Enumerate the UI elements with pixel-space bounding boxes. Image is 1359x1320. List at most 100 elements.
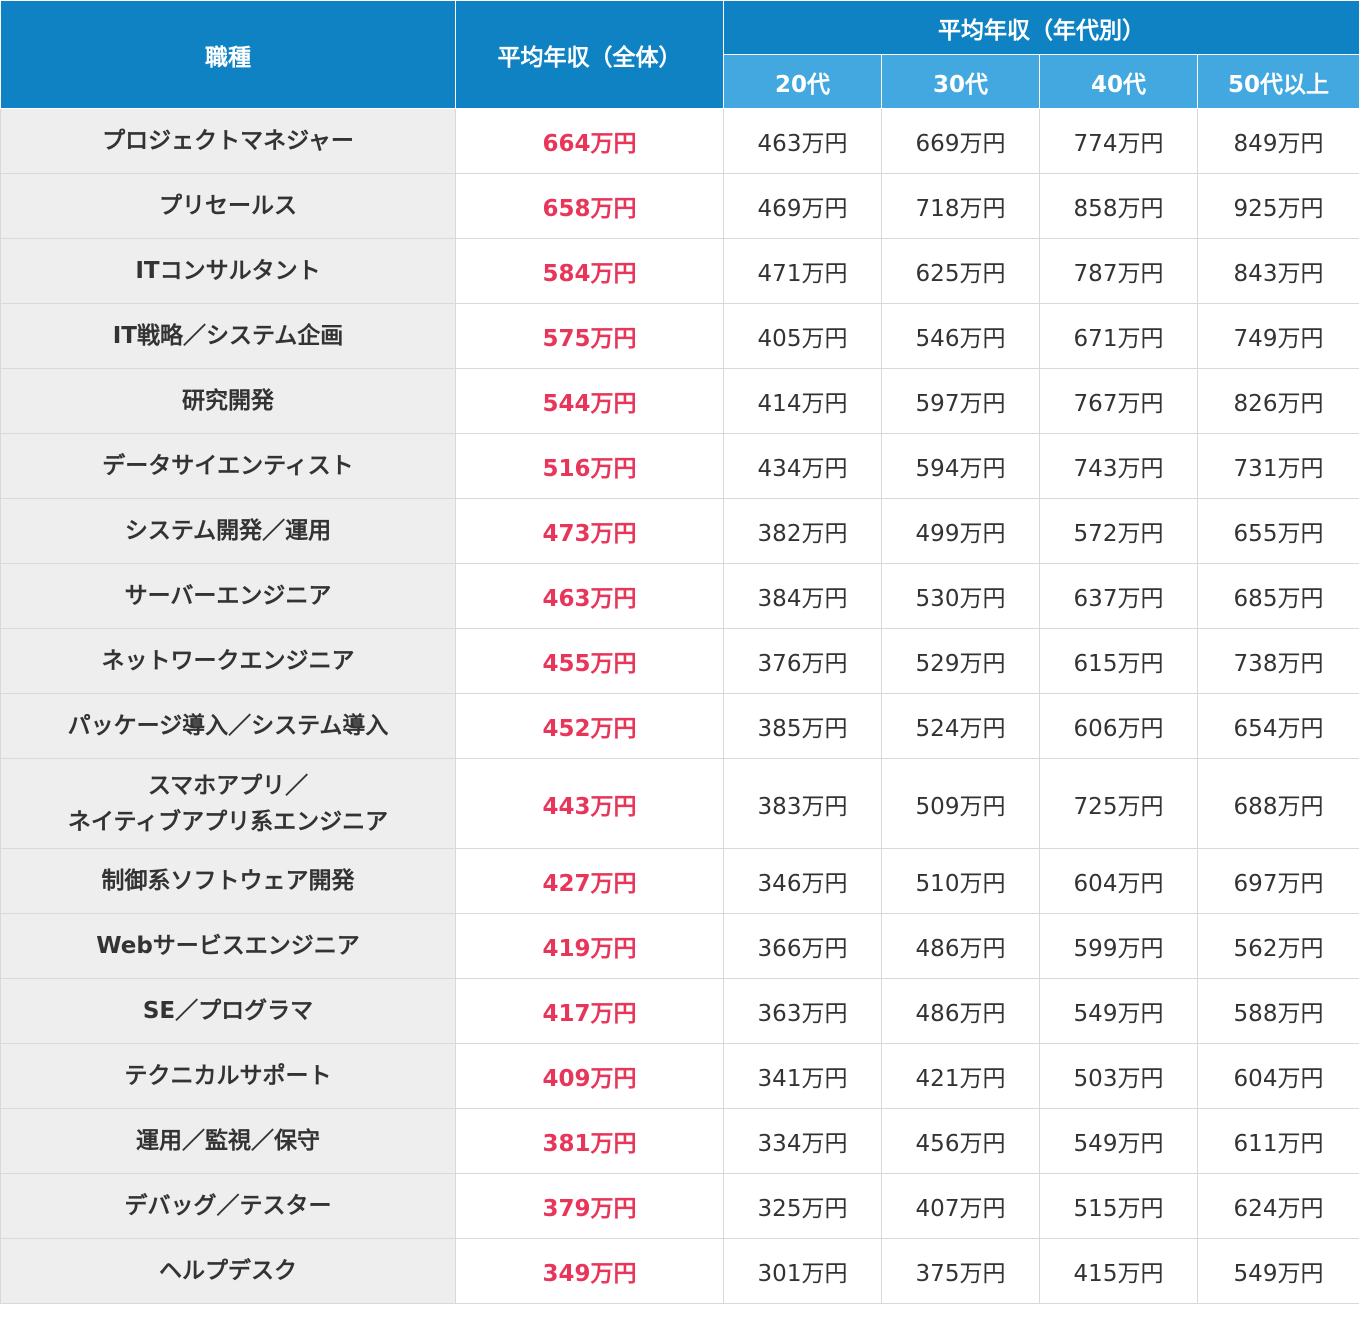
salary-age-50-cell: 688万円 xyxy=(1197,758,1359,849)
salary-age-50-cell: 749万円 xyxy=(1197,303,1359,369)
salary-age-50-cell: 697万円 xyxy=(1197,848,1359,914)
job-title-text: プロジェクトマネジャー xyxy=(102,128,354,154)
job-title-text: ネットワークエンジニア xyxy=(101,648,355,674)
job-title-cell: 研究開発 xyxy=(0,368,456,434)
salary-age-40-cell: 572万円 xyxy=(1039,498,1198,564)
table-row: SE／プログラマ 417万円 363万円 486万円 549万円 588万円 xyxy=(0,978,1359,1044)
salary-age-50-cell: 843万円 xyxy=(1197,238,1359,304)
job-title-text: ネイティブアプリ系エンジニア xyxy=(67,808,389,835)
header-age-40: 40代 xyxy=(1039,54,1198,109)
salary-age-30-cell: 625万円 xyxy=(881,238,1040,304)
salary-table: 職種 平均年収（全体） 平均年収（年代別） 20代 30代 40代 50代以上 … xyxy=(0,0,1359,1304)
job-title-text: プリセールス xyxy=(159,193,297,219)
salary-age-20-cell: 346万円 xyxy=(723,848,882,914)
salary-age-50-cell: 925万円 xyxy=(1197,173,1359,239)
job-title-cell: ヘルプデスク xyxy=(0,1238,456,1304)
salary-age-20-cell: 463万円 xyxy=(723,108,882,174)
job-title-cell: プリセールス xyxy=(0,173,456,239)
average-salary-cell: 349万円 xyxy=(455,1238,724,1304)
job-title-cell: ネットワークエンジニア xyxy=(0,628,456,694)
header-age-20: 20代 xyxy=(723,54,882,109)
salary-age-30-cell: 669万円 xyxy=(881,108,1040,174)
average-salary-cell: 419万円 xyxy=(455,913,724,979)
job-title-cell: IT戦略／システム企画 xyxy=(0,303,456,369)
header-row-top: 職種 平均年収（全体） 平均年収（年代別） xyxy=(0,0,1359,109)
salary-age-20-cell: 414万円 xyxy=(723,368,882,434)
salary-age-40-cell: 787万円 xyxy=(1039,238,1198,304)
table-row: ヘルプデスク 349万円 301万円 375万円 415万円 549万円 xyxy=(0,1238,1359,1304)
table-row: プロジェクトマネジャー 664万円 463万円 669万円 774万円 849万円 xyxy=(0,108,1359,174)
average-salary-cell: 463万円 xyxy=(455,563,724,629)
salary-age-40-cell: 725万円 xyxy=(1039,758,1198,849)
salary-age-40-cell: 743万円 xyxy=(1039,433,1198,499)
table-row: ITコンサルタント 584万円 471万円 625万円 787万円 843万円 xyxy=(0,238,1359,304)
average-salary-cell: 575万円 xyxy=(455,303,724,369)
salary-age-50-cell: 624万円 xyxy=(1197,1173,1359,1239)
job-title-text: スマホアプリ／ xyxy=(147,772,309,799)
job-title-text: サーバーエンジニア xyxy=(124,583,332,609)
salary-age-50-cell: 738万円 xyxy=(1197,628,1359,694)
salary-age-40-cell: 615万円 xyxy=(1039,628,1198,694)
job-title-cell: SE／プログラマ xyxy=(0,978,456,1044)
table-row: 運用／監視／保守 381万円 334万円 456万円 549万円 611万円 xyxy=(0,1108,1359,1174)
table-row: デバッグ／テスター 379万円 325万円 407万円 515万円 624万円 xyxy=(0,1173,1359,1239)
job-title-text: 研究開発 xyxy=(182,388,274,414)
salary-age-50-cell: 849万円 xyxy=(1197,108,1359,174)
salary-age-20-cell: 383万円 xyxy=(723,758,882,849)
salary-age-50-cell: 731万円 xyxy=(1197,433,1359,499)
job-title-cell: 制御系ソフトウェア開発 xyxy=(0,848,456,914)
salary-age-50-cell: 654万円 xyxy=(1197,693,1359,759)
job-title-cell: パッケージ導入／システム導入 xyxy=(0,693,456,759)
average-salary-cell: 455万円 xyxy=(455,628,724,694)
job-title-text: Webサービスエンジニア xyxy=(96,933,360,959)
job-title-text: パッケージ導入／システム導入 xyxy=(67,713,389,739)
salary-age-30-cell: 421万円 xyxy=(881,1043,1040,1109)
table-row: ネットワークエンジニア 455万円 376万円 529万円 615万円 738万円 xyxy=(0,628,1359,694)
salary-age-50-cell: 549万円 xyxy=(1197,1238,1359,1304)
salary-age-30-cell: 375万円 xyxy=(881,1238,1040,1304)
job-title-text: IT戦略／システム企画 xyxy=(112,323,344,349)
salary-age-50-cell: 588万円 xyxy=(1197,978,1359,1044)
salary-age-40-cell: 767万円 xyxy=(1039,368,1198,434)
salary-age-40-cell: 858万円 xyxy=(1039,173,1198,239)
salary-age-20-cell: 405万円 xyxy=(723,303,882,369)
table-row: システム開発／運用 473万円 382万円 499万円 572万円 655万円 xyxy=(0,498,1359,564)
average-salary-cell: 427万円 xyxy=(455,848,724,914)
job-title-text: ヘルプデスク xyxy=(159,1258,297,1284)
salary-age-50-cell: 562万円 xyxy=(1197,913,1359,979)
average-salary-cell: 544万円 xyxy=(455,368,724,434)
salary-age-30-cell: 486万円 xyxy=(881,913,1040,979)
job-title-text: ITコンサルタント xyxy=(135,258,321,284)
salary-age-30-cell: 407万円 xyxy=(881,1173,1040,1239)
salary-age-50-cell: 655万円 xyxy=(1197,498,1359,564)
salary-age-40-cell: 549万円 xyxy=(1039,978,1198,1044)
job-title-cell: スマホアプリ／ ネイティブアプリ系エンジニア xyxy=(0,758,456,849)
header-average: 平均年収（全体） xyxy=(455,0,724,109)
table-body: プロジェクトマネジャー 664万円 463万円 669万円 774万円 849万円 プリセー… xyxy=(0,108,1359,1304)
table-row: 制御系ソフトウェア開発 427万円 346万円 510万円 604万円 697万円 xyxy=(0,848,1359,914)
job-title-cell: サーバーエンジニア xyxy=(0,563,456,629)
table-row: Webサービスエンジニア 419万円 366万円 486万円 599万円 562万円 xyxy=(0,913,1359,979)
job-title-cell: システム開発／運用 xyxy=(0,498,456,564)
header-job: 職種 xyxy=(0,0,456,109)
salary-age-40-cell: 637万円 xyxy=(1039,563,1198,629)
average-salary-cell: 584万円 xyxy=(455,238,724,304)
job-title-cell: データサイエンティスト xyxy=(0,433,456,499)
job-title-cell: ITコンサルタント xyxy=(0,238,456,304)
salary-age-20-cell: 385万円 xyxy=(723,693,882,759)
header-age-50: 50代以上 xyxy=(1197,54,1359,109)
job-title-text: 制御系ソフトウェア開発 xyxy=(101,868,355,894)
job-title-text: SE／プログラマ xyxy=(142,998,314,1024)
salary-age-40-cell: 606万円 xyxy=(1039,693,1198,759)
salary-age-30-cell: 510万円 xyxy=(881,848,1040,914)
salary-age-40-cell: 671万円 xyxy=(1039,303,1198,369)
salary-age-30-cell: 718万円 xyxy=(881,173,1040,239)
salary-age-20-cell: 384万円 xyxy=(723,563,882,629)
salary-age-30-cell: 530万円 xyxy=(881,563,1040,629)
average-salary-cell: 664万円 xyxy=(455,108,724,174)
salary-age-30-cell: 509万円 xyxy=(881,758,1040,849)
salary-age-50-cell: 826万円 xyxy=(1197,368,1359,434)
job-title-cell: デバッグ／テスター xyxy=(0,1173,456,1239)
average-salary-cell: 381万円 xyxy=(455,1108,724,1174)
salary-age-20-cell: 434万円 xyxy=(723,433,882,499)
